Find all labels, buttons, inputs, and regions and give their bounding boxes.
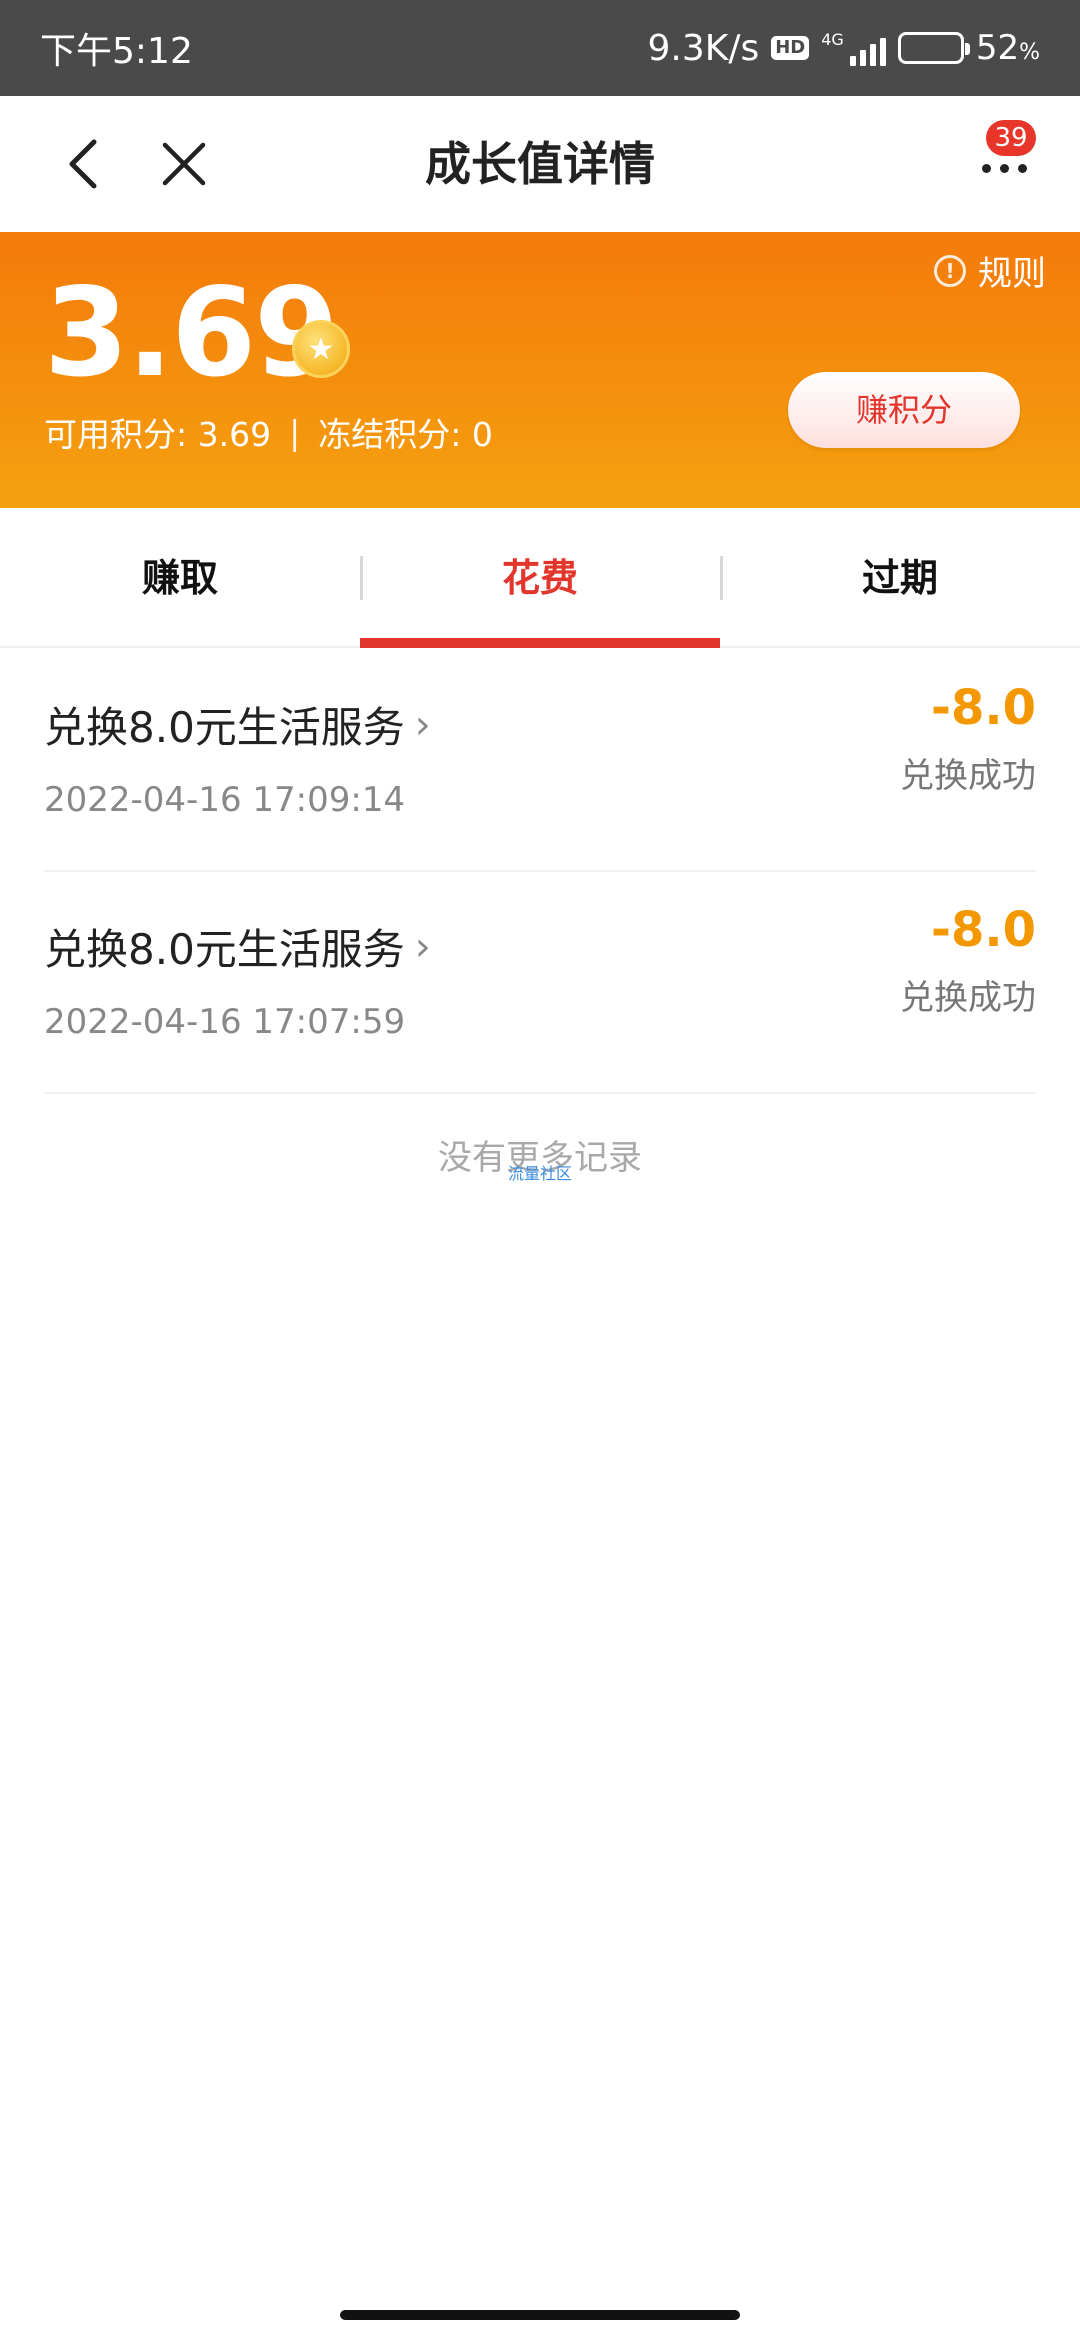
chevron-left-icon — [69, 139, 97, 189]
record-title[interactable]: 兑换8.0元生活服务 › — [44, 694, 431, 755]
available-points: 可用积分: 3.69 — [44, 415, 272, 454]
frozen-points: 冻结积分: 0 — [318, 415, 493, 454]
score-card: ! 规则 3.69 ★ 可用积分: 3.69 | 冻结积分: 0 赚积分 — [0, 232, 1080, 508]
tab-spend[interactable]: 花费 — [360, 508, 720, 648]
rules-label: 规则 — [978, 254, 1046, 294]
network-type: 4G — [821, 30, 844, 49]
tab-bar: 赚取 花费 过期 — [0, 508, 1080, 648]
record-status: 兑换成功 — [900, 756, 1036, 796]
record-time: 2022-04-16 17:09:14 — [44, 780, 406, 820]
title-bar: 成长值详情 — [0, 96, 1080, 232]
list-item[interactable]: 兑换8.0元生活服务 › 2022-04-16 17:07:59 -8.0 兑换… — [44, 872, 1036, 1094]
earn-points-button[interactable]: 赚积分 — [788, 372, 1020, 448]
notification-badge: 39 — [986, 120, 1036, 156]
watermark: 流量社区 — [507, 1164, 572, 1183]
more-icon — [981, 163, 1027, 173]
network-speed: 9.3K/s — [647, 27, 760, 69]
points-summary: 可用积分: 3.69 | 冻结积分: 0 — [44, 408, 493, 456]
chevron-right-icon: › — [414, 923, 431, 970]
close-icon — [162, 142, 206, 186]
rules-link[interactable]: ! 规则 — [934, 246, 1046, 295]
back-button[interactable] — [44, 124, 124, 204]
tab-divider — [720, 556, 723, 600]
status-indicators: 9.3K/s HD 4G 52% — [647, 28, 1040, 69]
record-amount: -8.0 — [931, 902, 1036, 958]
record-status: 兑换成功 — [900, 978, 1036, 1018]
status-bar: 下午5:12 9.3K/s HD 4G 52% — [0, 0, 1080, 96]
info-icon: ! — [934, 254, 966, 287]
record-list: 兑换8.0元生活服务 › 2022-04-16 17:09:14 -8.0 兑换… — [44, 650, 1036, 1094]
hd-icon: HD — [771, 36, 810, 60]
tab-earn[interactable]: 赚取 — [0, 508, 360, 646]
coin-star-icon: ★ — [292, 320, 350, 378]
record-title[interactable]: 兑换8.0元生活服务 › — [44, 916, 431, 977]
status-time: 下午5:12 — [40, 31, 193, 72]
points-separator: | — [289, 412, 301, 452]
record-time: 2022-04-16 17:07:59 — [44, 1002, 406, 1042]
list-item[interactable]: 兑换8.0元生活服务 › 2022-04-16 17:09:14 -8.0 兑换… — [44, 650, 1036, 872]
home-indicator[interactable] — [340, 2310, 740, 2320]
tab-expired[interactable]: 过期 — [720, 508, 1080, 646]
score-value: 3.69 — [44, 262, 339, 404]
tab-divider — [360, 556, 363, 600]
battery-icon — [897, 32, 970, 64]
close-button[interactable] — [144, 124, 224, 204]
chevron-right-icon: › — [414, 701, 431, 748]
signal-icon: 4G — [821, 30, 886, 66]
battery-percent: 52% — [975, 28, 1040, 68]
record-amount: -8.0 — [931, 680, 1036, 736]
